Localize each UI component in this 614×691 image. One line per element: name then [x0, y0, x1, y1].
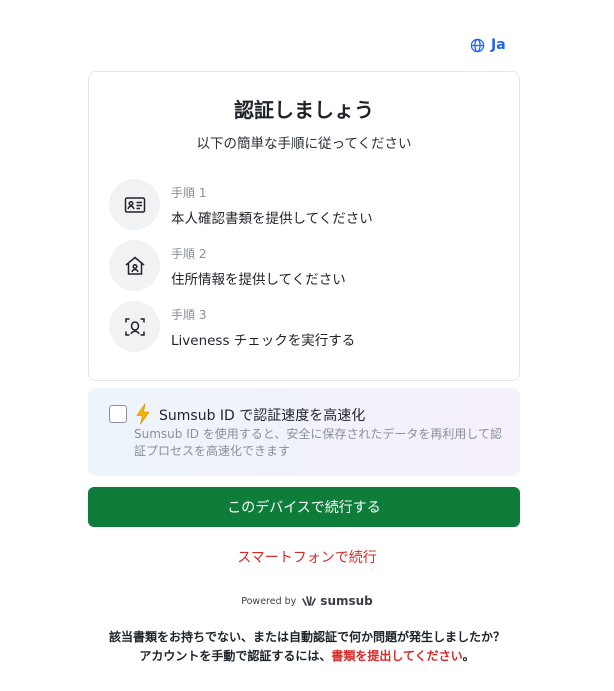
footer-line-2-prefix: アカウントを手動で認証するには、: [139, 649, 332, 663]
step-item-2: 手順 2 住所情報を提供してください: [109, 240, 499, 292]
sumsub-logo: sumsub: [301, 594, 373, 608]
lightning-icon: [136, 403, 150, 425]
sumsub-id-description: Sumsub ID を使用すると、安全に保存されたデータを再利用して認証プロセス…: [134, 427, 502, 458]
home-icon: [109, 240, 160, 291]
step-text: 本人確認書類を提供してください: [171, 211, 373, 227]
globe-icon: [470, 38, 485, 52]
powered-by-label: Powered by: [241, 595, 297, 607]
step-label: 手順 3: [171, 308, 207, 322]
powered-by: Powered by sumsub: [0, 594, 614, 608]
step-text: 住所情報を提供してください: [171, 272, 346, 288]
submit-documents-link[interactable]: 書類を提出してください: [331, 649, 462, 663]
language-switcher[interactable]: Ja: [470, 37, 506, 53]
page-subtitle: 以下の簡単な手順に従ってください: [196, 136, 412, 152]
footer-line-1: 該当書類をお持ちでない、または自動認証で何か問題が発生しましたか？: [108, 630, 505, 644]
sumsub-id-option: Sumsub ID で認証速度を高速化 Sumsub ID を使用すると、安全に…: [88, 388, 520, 476]
page-title: 認証しましょう: [234, 98, 374, 122]
footer-line-2-suffix: 。: [462, 649, 475, 663]
sumsub-id-title: Sumsub ID で認証速度を高速化: [159, 408, 366, 424]
step-text: Liveness チェックを実行する: [171, 333, 356, 349]
continue-on-phone-link[interactable]: スマートフォンで続行: [0, 547, 614, 567]
footer-line-2: アカウントを手動で認証するには、書類を提出してください。: [0, 647, 614, 666]
sumsub-id-checkbox[interactable]: [109, 405, 127, 423]
step-item-1: 手順 1 本人確認書類を提供してください: [109, 179, 499, 231]
steps-card: 認証しましょう 以下の簡単な手順に従ってください 手順 1 本人確認書類を提供し…: [88, 71, 520, 381]
id-card-icon: [109, 179, 160, 230]
sumsub-mark-icon: [302, 596, 317, 606]
language-label: Ja: [491, 37, 506, 53]
step-label: 手順 1: [171, 186, 207, 200]
continue-on-device-button[interactable]: このデバイスで続行する: [88, 487, 520, 527]
step-item-3: 手順 3 Liveness チェックを実行する: [109, 301, 499, 353]
manual-verification-footer: 該当書類をお持ちでない、または自動認証で何か問題が発生しましたか？ アカウントを…: [0, 628, 614, 666]
face-scan-icon: [109, 301, 160, 352]
step-label: 手順 2: [171, 247, 207, 261]
sumsub-brand-text: sumsub: [320, 594, 373, 608]
